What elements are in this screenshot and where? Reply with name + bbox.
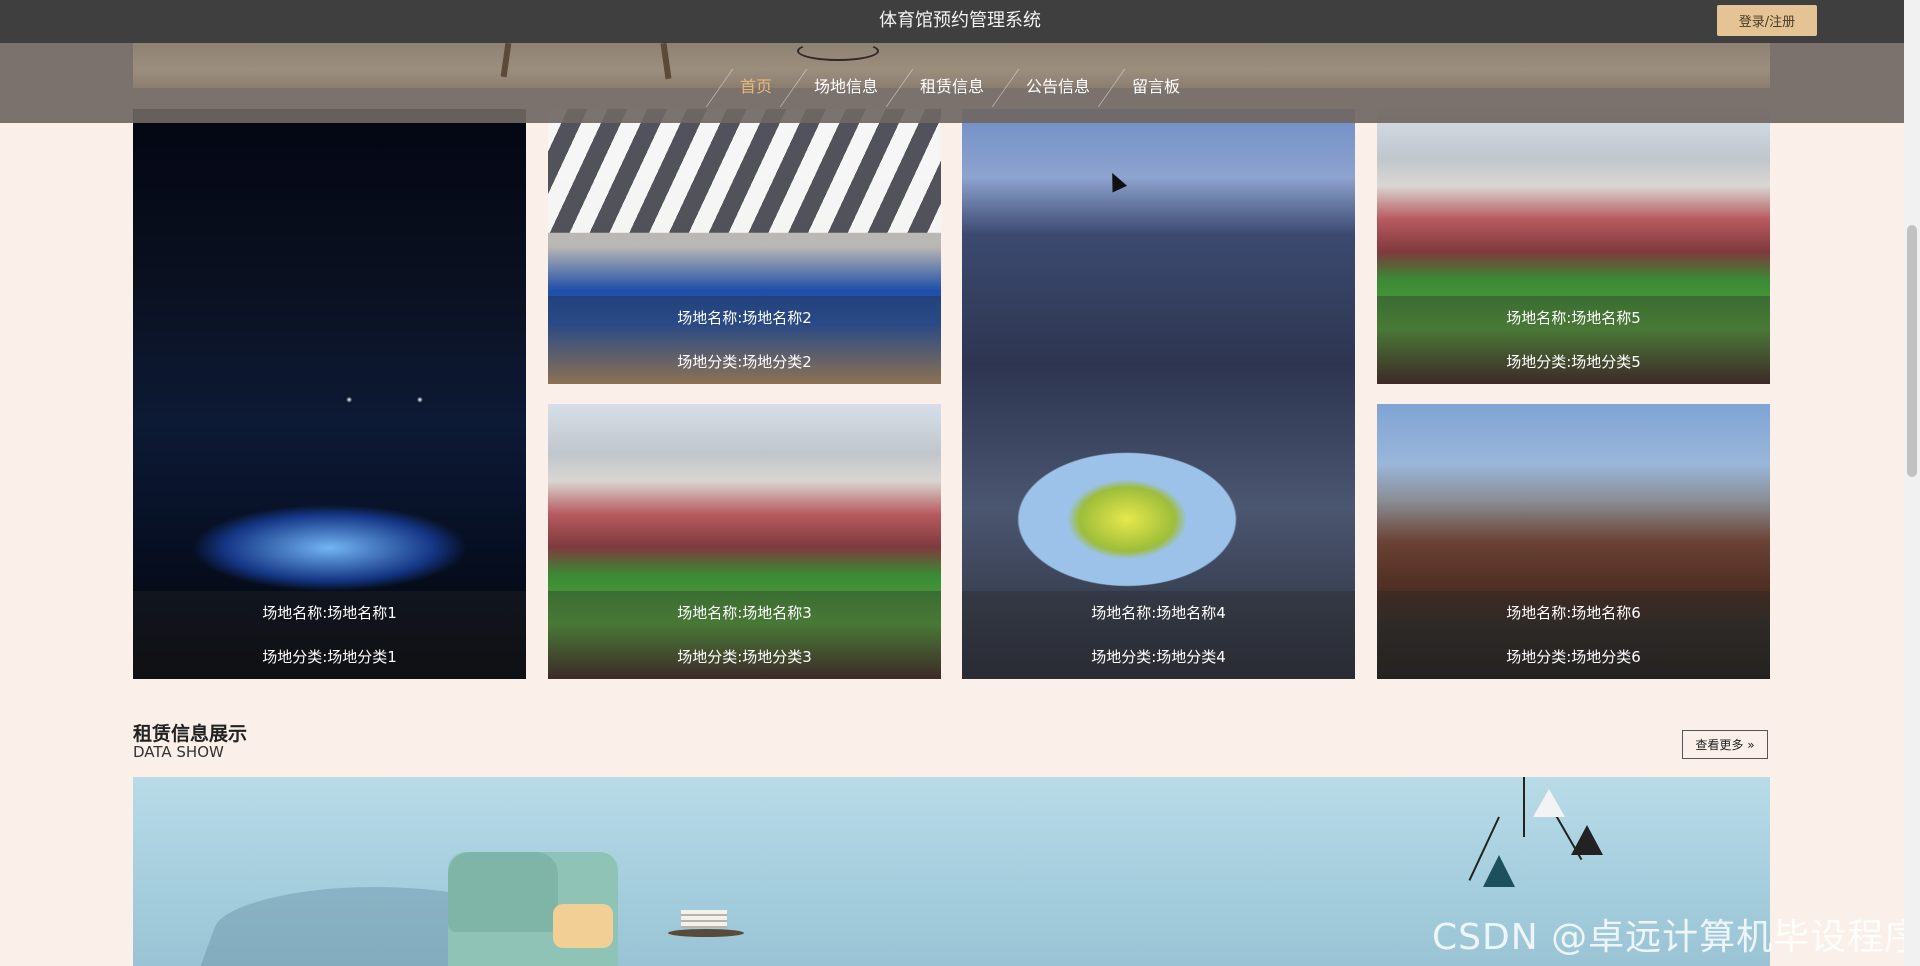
venue-name: 场地名称:场地名称1 (262, 604, 397, 622)
venue-caption: 场地名称:场地名称5 场地分类:场地分类5 (1377, 296, 1770, 384)
page-scrollbar-track[interactable] (1904, 0, 1920, 966)
venue-category: 场地分类:场地分类4 (1091, 648, 1226, 666)
venue-category: 场地分类:场地分类5 (1506, 353, 1641, 371)
venue-card[interactable]: 场地名称:场地名称4 场地分类:场地分类4 (962, 109, 1355, 679)
venue-name: 场地名称:场地名称3 (677, 604, 812, 622)
top-bar: 体育馆预约管理系统 登录/注册 (0, 0, 1904, 43)
venue-name: 场地名称:场地名称6 (1506, 604, 1641, 622)
table-ring-decoration (797, 41, 879, 61)
books-illustration (681, 910, 727, 928)
login-register-button[interactable]: 登录/注册 (1717, 5, 1817, 36)
venue-card[interactable]: 场地名称:场地名称6 场地分类:场地分类6 (1377, 404, 1770, 679)
csdn-watermark: CSDN @卓远计算机毕设程序 (1432, 917, 1920, 958)
nav-item-rentals[interactable]: 租赁信息 (899, 67, 1005, 107)
venue-name: 场地名称:场地名称2 (677, 309, 812, 327)
venue-caption: 场地名称:场地名称1 场地分类:场地分类1 (133, 591, 526, 679)
lamp-shade-white (1533, 789, 1565, 817)
view-more-button[interactable]: 查看更多 » (1682, 730, 1768, 759)
section-subtitle: DATA SHOW (133, 743, 224, 761)
venue-card[interactable]: 场地名称:场地名称3 场地分类:场地分类3 (548, 404, 941, 679)
nav-item-message-board[interactable]: 留言板 (1111, 67, 1201, 107)
hero-banner: 首页 场地信息 租赁信息 公告信息 留言板 (0, 41, 1904, 123)
venue-card[interactable]: 场地名称:场地名称1 场地分类:场地分类1 (133, 109, 526, 679)
venue-caption: 场地名称:场地名称4 场地分类:场地分类4 (962, 591, 1355, 679)
venue-name: 场地名称:场地名称5 (1506, 309, 1641, 327)
section-title: 租赁信息展示 (133, 723, 248, 745)
nav-item-venues[interactable]: 场地信息 (793, 67, 899, 107)
nav-item-notices[interactable]: 公告信息 (1005, 67, 1111, 107)
venue-category: 场地分类:场地分类6 (1506, 648, 1641, 666)
armchair-back-illustration (448, 852, 558, 932)
lamp-wire (1523, 777, 1525, 837)
nav-item-home[interactable]: 首页 (719, 67, 793, 107)
site-title: 体育馆预约管理系统 (879, 10, 1041, 31)
venue-caption: 场地名称:场地名称3 场地分类:场地分类3 (548, 591, 941, 679)
side-table-illustration (668, 929, 744, 937)
venue-caption: 场地名称:场地名称6 场地分类:场地分类6 (1377, 591, 1770, 679)
lamp-shade-black (1571, 825, 1603, 855)
pillow-illustration (553, 904, 613, 948)
venue-card[interactable]: 场地名称:场地名称2 场地分类:场地分类2 (548, 109, 941, 384)
lamp-shade-teal (1483, 855, 1515, 887)
venue-category: 场地分类:场地分类2 (677, 353, 812, 371)
venue-category: 场地分类:场地分类3 (677, 648, 812, 666)
page-scrollbar-thumb[interactable] (1907, 225, 1917, 477)
venue-caption: 场地名称:场地名称2 场地分类:场地分类2 (548, 296, 941, 384)
venue-name: 场地名称:场地名称4 (1091, 604, 1226, 622)
venue-card[interactable]: 场地名称:场地名称5 场地分类:场地分类5 (1377, 109, 1770, 384)
main-nav: 首页 场地信息 租赁信息 公告信息 留言板 (0, 67, 1920, 107)
venue-category: 场地分类:场地分类1 (262, 648, 397, 666)
